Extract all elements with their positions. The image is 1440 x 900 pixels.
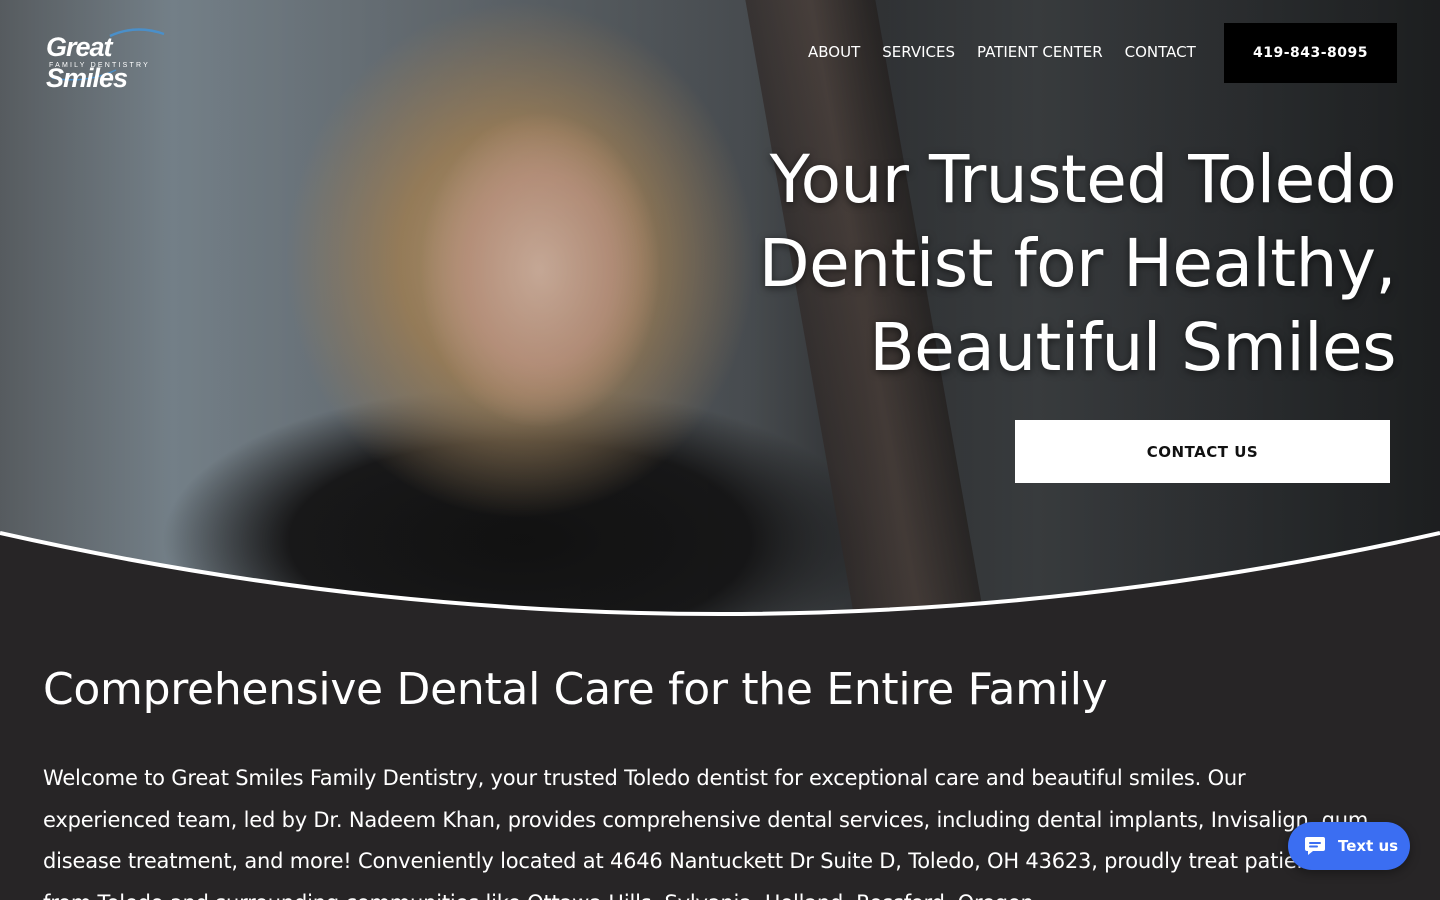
hero-curve-divider bbox=[0, 531, 1440, 620]
hero-title-line-3: Beautiful Smiles bbox=[869, 309, 1396, 386]
nav-item-services[interactable]: SERVICES bbox=[882, 42, 955, 62]
hero-title-line-2: Dentist for Healthy, bbox=[758, 225, 1397, 302]
intro-paragraph: Welcome to Great Smiles Family Dentistry… bbox=[43, 766, 1369, 900]
text-us-widget[interactable]: Text us bbox=[1288, 822, 1410, 870]
hero-title-line-1: Your Trusted Toledo bbox=[769, 141, 1397, 218]
text-us-label: Text us bbox=[1338, 837, 1399, 855]
nav-item-patient-center[interactable]: PATIENT CENTER bbox=[977, 42, 1103, 62]
logo-subtext: FAMILY DENTISTRY bbox=[49, 62, 150, 69]
nav-item-contact[interactable]: CONTACT bbox=[1125, 42, 1196, 62]
nav-item-about[interactable]: ABOUT bbox=[808, 42, 860, 62]
contact-us-button[interactable]: CONTACT US bbox=[1015, 420, 1390, 483]
main-nav: ABOUT SERVICES PATIENT CENTER CONTACT bbox=[808, 42, 1218, 62]
section-heading: Comprehensive Dental Care for the Entire… bbox=[43, 664, 1108, 715]
hero-title: Your Trusted Toledo Dentist for Healthy,… bbox=[636, 138, 1397, 390]
site-logo[interactable]: Great Smiles FAMILY DENTISTRY bbox=[46, 26, 186, 93]
chat-bubble-icon bbox=[1305, 837, 1325, 855]
phone-button[interactable]: 419-843-8095 bbox=[1224, 23, 1397, 83]
